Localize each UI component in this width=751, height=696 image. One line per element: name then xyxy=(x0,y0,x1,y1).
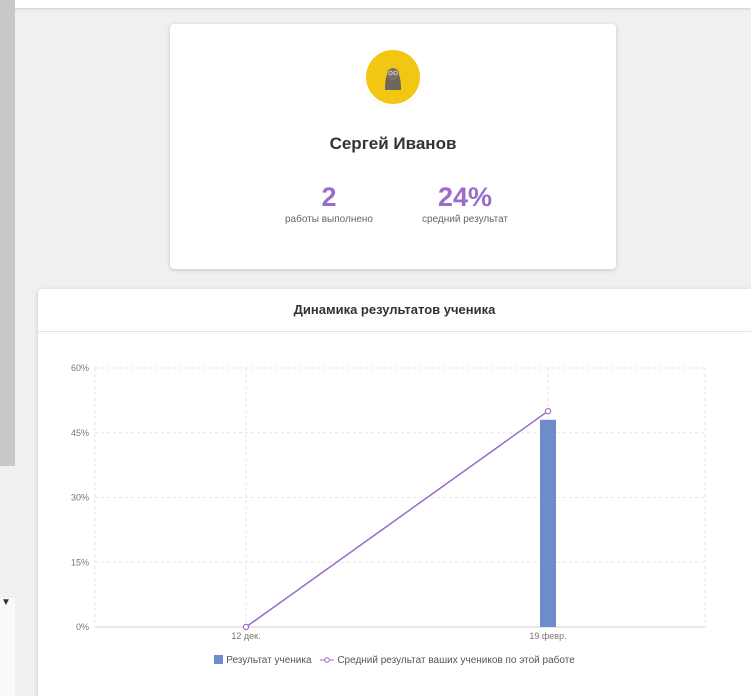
student-profile-card: Сергей Иванов 2 работы выполнено 24% сре… xyxy=(170,24,616,269)
results-chart: 0% 15% 30% 45% 60% 12 дек. 19 февр. xyxy=(71,363,706,641)
y-tick-label: 0% xyxy=(76,622,89,632)
user-avatar-icon xyxy=(366,50,420,104)
chart-legend: Результат ученика Средний результат ваши… xyxy=(38,655,751,666)
legend-bar-swatch-icon xyxy=(214,655,224,664)
top-bar xyxy=(0,0,751,8)
y-tick-label: 45% xyxy=(71,428,89,438)
dropdown-arrow-icon[interactable]: ▼ xyxy=(0,597,12,609)
legend-item-student-result[interactable]: Результат ученика xyxy=(214,655,312,666)
legend-label-student-result: Результат ученика xyxy=(226,655,312,666)
average-result-value: 24% xyxy=(437,182,493,212)
y-tick-label: 15% xyxy=(71,557,89,567)
results-chart-card: Динамика результатов ученика 0% 15% 30% 45%… xyxy=(38,289,751,696)
line-average-result xyxy=(245,410,549,628)
student-name: Сергей Иванов xyxy=(329,134,457,153)
legend-line-marker-icon xyxy=(320,657,335,664)
left-lower-panel xyxy=(0,598,15,696)
average-result-label: средний результат xyxy=(421,214,509,225)
x-tick-label: 19 февр. xyxy=(529,631,566,641)
works-completed-label: работы выполнено xyxy=(285,214,373,225)
point-average-result xyxy=(544,407,552,415)
bar-student-result xyxy=(540,419,556,627)
x-tick-label: 12 дек. xyxy=(231,631,260,641)
works-completed-value: 2 xyxy=(321,182,337,212)
average-result-stat: 24% средний результат xyxy=(395,182,535,225)
y-tick-label: 30% xyxy=(71,493,89,503)
left-side-panel xyxy=(0,0,15,466)
works-completed-stat: 2 работы выполнено xyxy=(259,182,399,225)
y-tick-label: 60% xyxy=(71,363,89,373)
legend-label-average-result: Средний результат ваших учеников по этой… xyxy=(337,655,575,666)
point-average-result xyxy=(242,623,250,631)
legend-item-average-result[interactable]: Средний результат ваших учеников по этой… xyxy=(320,655,575,666)
